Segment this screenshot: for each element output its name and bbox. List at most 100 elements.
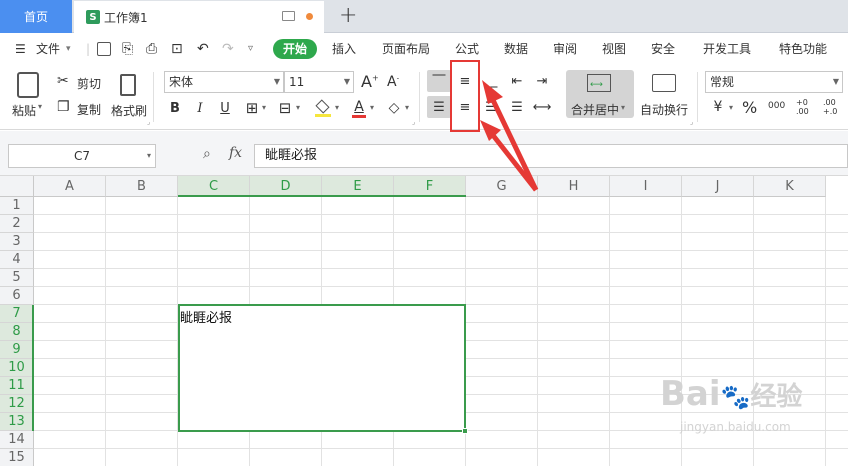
menu-tab-data[interactable]: 数据: [504, 34, 528, 64]
merge-dropdown-icon[interactable]: ▾: [621, 103, 625, 112]
cell-style-icon[interactable]: ⊟: [276, 99, 294, 117]
italic-button[interactable]: I: [191, 99, 209, 117]
new-tab-button[interactable]: +: [339, 2, 357, 30]
column-header-j[interactable]: J: [682, 176, 754, 197]
select-all-corner[interactable]: [0, 176, 34, 197]
row-header-1[interactable]: 1: [0, 197, 34, 215]
column-header-k[interactable]: K: [754, 176, 826, 197]
row-header-3[interactable]: 3: [0, 233, 34, 251]
row-header-12[interactable]: 12: [0, 395, 34, 413]
paste-icon[interactable]: [17, 72, 39, 98]
fill-dropdown-icon[interactable]: ▾: [335, 103, 339, 112]
row-header-8[interactable]: 8: [0, 323, 34, 341]
column-header-g[interactable]: G: [466, 176, 538, 197]
menu-tab-home[interactable]: 开始: [273, 39, 318, 59]
menu-tab-page-layout[interactable]: 页面布局: [382, 34, 430, 64]
increase-decimal-button[interactable]: +0 .00: [796, 98, 814, 116]
font-name-select[interactable]: 宋体 ▼: [164, 71, 284, 93]
clear-dropdown-icon[interactable]: ▾: [405, 103, 409, 112]
tab-document[interactable]: S 工作簿1: [74, 1, 324, 33]
currency-icon[interactable]: ¥: [709, 98, 727, 116]
print-preview-icon[interactable]: ⊡: [171, 34, 183, 64]
formula-input[interactable]: 眦睚必报: [254, 144, 848, 168]
row-header-11[interactable]: 11: [0, 377, 34, 395]
wrap-text-icon[interactable]: [652, 74, 676, 92]
align-left-icon[interactable]: ☰: [430, 98, 448, 116]
monitor-icon[interactable]: [282, 11, 295, 21]
cut-button[interactable]: 剪切: [77, 75, 101, 92]
fill-color-icon[interactable]: [314, 99, 332, 118]
bold-button[interactable]: B: [166, 99, 184, 117]
number-format-select[interactable]: 常规 ▼: [705, 71, 843, 93]
justify-icon[interactable]: ☰: [508, 98, 526, 116]
row-header-15[interactable]: 15: [0, 449, 34, 466]
thousands-separator-button[interactable]: 000: [768, 101, 785, 111]
column-header-a[interactable]: A: [34, 176, 106, 197]
fx-icon[interactable]: fx: [229, 145, 242, 161]
borders-icon[interactable]: ⊞: [243, 99, 261, 117]
borders-dropdown-icon[interactable]: ▾: [262, 103, 266, 112]
fill-handle[interactable]: [462, 428, 468, 434]
column-header-d[interactable]: D: [250, 176, 322, 197]
copy-icon[interactable]: ❐: [57, 99, 70, 115]
clear-icon[interactable]: ◇: [385, 99, 403, 117]
column-header-e[interactable]: E: [322, 176, 394, 197]
row-header-9[interactable]: 9: [0, 341, 34, 359]
menu-tab-view[interactable]: 视图: [602, 34, 626, 64]
increase-indent-icon[interactable]: ⇥: [533, 72, 551, 90]
paste-dropdown-icon[interactable]: ▾: [38, 102, 42, 111]
column-header-c[interactable]: C: [178, 176, 250, 197]
menu-file[interactable]: 文件: [36, 34, 60, 64]
font-color-dropdown-icon[interactable]: ▾: [370, 103, 374, 112]
menu-tab-special[interactable]: 特色功能: [779, 34, 827, 64]
chevron-down-icon[interactable]: ▾: [66, 34, 71, 64]
copy-button[interactable]: 复制: [77, 101, 101, 118]
scissors-icon[interactable]: ✂: [57, 73, 69, 89]
export-pdf-icon[interactable]: ⎘: [122, 34, 133, 64]
menu-tab-insert[interactable]: 插入: [332, 34, 356, 64]
dialog-launcher-icon[interactable]: ⌟: [412, 118, 415, 126]
font-color-icon[interactable]: A: [350, 99, 368, 119]
row-header-6[interactable]: 6: [0, 287, 34, 305]
align-bottom-icon[interactable]: ⎽: [482, 72, 500, 90]
row-header-4[interactable]: 4: [0, 251, 34, 269]
quick-access-dropdown-icon[interactable]: ▿: [248, 34, 253, 64]
column-header-i[interactable]: I: [610, 176, 682, 197]
column-header-h[interactable]: H: [538, 176, 610, 197]
menu-hamburger-icon[interactable]: ☰: [15, 34, 26, 64]
decrease-font-icon[interactable]: A-: [387, 74, 399, 90]
row-header-7[interactable]: 7: [0, 305, 34, 323]
paste-button[interactable]: 粘贴: [12, 102, 36, 119]
cell-c7[interactable]: 眦睚必报: [180, 307, 232, 326]
decrease-decimal-button[interactable]: .00 +.0: [823, 98, 841, 116]
row-header-5[interactable]: 5: [0, 269, 34, 287]
dialog-launcher-icon[interactable]: ⌟: [147, 118, 150, 126]
zoom-icon[interactable]: ⌕: [203, 146, 211, 162]
unsaved-dot-icon[interactable]: [306, 13, 313, 20]
menu-tab-developer[interactable]: 开发工具: [703, 34, 751, 64]
underline-button[interactable]: U: [216, 99, 234, 117]
decrease-indent-icon[interactable]: ⇤: [508, 72, 526, 90]
row-header-13[interactable]: 13: [0, 413, 34, 431]
menu-tab-review[interactable]: 审阅: [553, 34, 577, 64]
undo-icon[interactable]: ↶: [197, 34, 209, 64]
print-icon[interactable]: ⎙: [146, 34, 157, 64]
row-header-2[interactable]: 2: [0, 215, 34, 233]
currency-dropdown-icon[interactable]: ▾: [729, 103, 733, 112]
row-header-10[interactable]: 10: [0, 359, 34, 377]
menu-tab-security[interactable]: 安全: [651, 34, 675, 64]
row-header-14[interactable]: 14: [0, 431, 34, 449]
font-size-select[interactable]: 11 ▼: [284, 71, 354, 93]
increase-font-icon[interactable]: A+: [361, 72, 379, 91]
column-header-f[interactable]: F: [394, 176, 466, 197]
column-header-b[interactable]: B: [106, 176, 178, 197]
tab-home[interactable]: 首页: [0, 0, 72, 33]
distributed-icon[interactable]: ⟷: [533, 98, 552, 116]
save-icon[interactable]: [97, 42, 111, 56]
cell-style-dropdown-icon[interactable]: ▾: [296, 103, 300, 112]
dialog-launcher-icon[interactable]: ⌟: [690, 118, 693, 126]
align-top-icon[interactable]: ⎺: [430, 72, 448, 90]
align-right-icon[interactable]: ☰: [482, 98, 500, 116]
wrap-text-button[interactable]: 自动换行: [640, 101, 688, 118]
format-painter-icon[interactable]: [120, 74, 136, 96]
